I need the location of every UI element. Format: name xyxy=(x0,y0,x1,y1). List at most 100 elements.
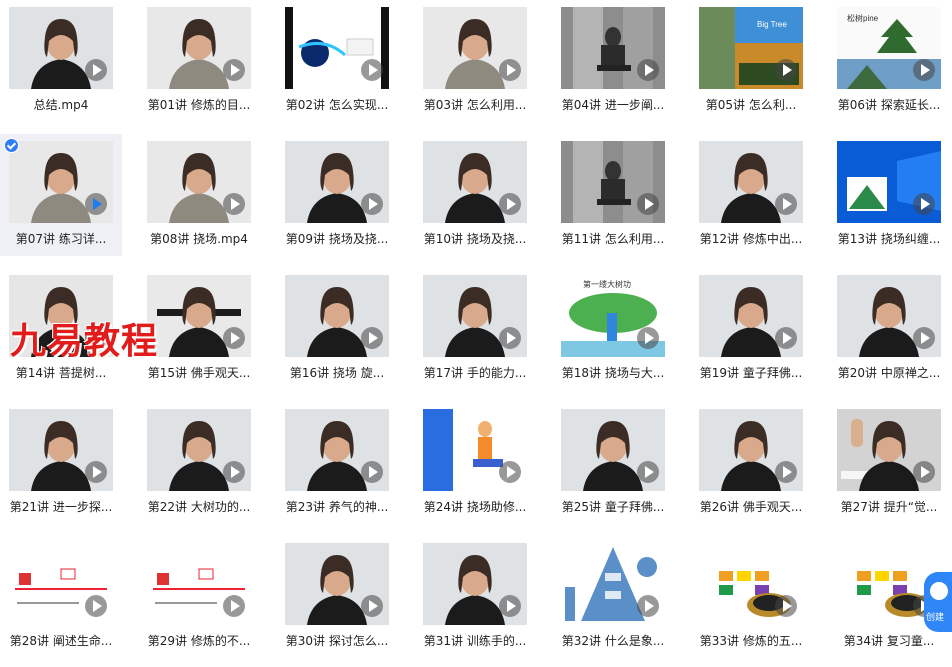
video-thumbnail[interactable] xyxy=(9,7,113,89)
video-thumbnail[interactable] xyxy=(147,275,251,357)
video-thumbnail[interactable]: 松树pine xyxy=(837,7,941,89)
video-thumbnail[interactable] xyxy=(285,141,389,223)
floating-create-button[interactable]: 创建 xyxy=(924,572,952,632)
video-thumbnail[interactable] xyxy=(147,543,251,625)
video-file-item[interactable]: 第02讲 怎么实现... xyxy=(276,0,398,122)
play-icon[interactable] xyxy=(361,461,383,483)
video-file-item[interactable]: 第07讲 练习详... xyxy=(0,134,122,256)
video-file-item[interactable]: 第19讲 童子拜佛... xyxy=(690,268,812,390)
play-icon[interactable] xyxy=(223,59,245,81)
video-thumbnail[interactable] xyxy=(285,7,389,89)
play-icon[interactable] xyxy=(913,327,935,349)
video-thumbnail[interactable] xyxy=(147,409,251,491)
play-icon[interactable] xyxy=(637,327,659,349)
video-file-item[interactable]: 第24讲 挠场助修... xyxy=(414,402,536,524)
play-icon[interactable] xyxy=(85,461,107,483)
play-icon[interactable] xyxy=(223,461,245,483)
play-icon[interactable] xyxy=(637,461,659,483)
video-file-item[interactable]: 第25讲 童子拜佛... xyxy=(552,402,674,524)
video-thumbnail[interactable] xyxy=(561,7,665,89)
video-file-item[interactable]: 第28讲 阐述生命... xyxy=(0,536,122,658)
play-icon[interactable] xyxy=(499,461,521,483)
video-thumbnail[interactable] xyxy=(561,409,665,491)
video-file-item[interactable]: 第17讲 手的能力... xyxy=(414,268,536,390)
play-icon[interactable] xyxy=(499,59,521,81)
play-icon[interactable] xyxy=(361,59,383,81)
play-icon[interactable] xyxy=(637,193,659,215)
video-thumbnail[interactable] xyxy=(699,275,803,357)
video-thumbnail[interactable] xyxy=(837,275,941,357)
video-file-item[interactable]: 第20讲 中原禅之... xyxy=(828,268,950,390)
play-icon[interactable] xyxy=(223,327,245,349)
video-thumbnail[interactable] xyxy=(837,409,941,491)
video-file-item[interactable]: 第11讲 怎么利用... xyxy=(552,134,674,256)
video-file-item[interactable]: 第08讲 挠场.mp4 xyxy=(138,134,260,256)
video-file-item[interactable]: 总结.mp4 xyxy=(0,0,122,122)
play-icon[interactable] xyxy=(913,59,935,81)
video-file-item[interactable]: 第13讲 挠场纠缠... xyxy=(828,134,950,256)
play-icon[interactable] xyxy=(499,193,521,215)
video-thumbnail[interactable]: 第一缕大树功 xyxy=(561,275,665,357)
video-file-item[interactable]: 第22讲 大树功的... xyxy=(138,402,260,524)
video-thumbnail[interactable] xyxy=(423,275,527,357)
play-icon[interactable] xyxy=(85,193,107,215)
video-file-item[interactable]: 松树pine 第06讲 探索延长... xyxy=(828,0,950,122)
video-thumbnail[interactable] xyxy=(9,409,113,491)
video-thumbnail[interactable]: Big Tree xyxy=(699,7,803,89)
video-file-item[interactable]: 第31讲 训练手的... xyxy=(414,536,536,658)
video-thumbnail[interactable] xyxy=(9,543,113,625)
video-file-item[interactable]: 第32讲 什么是象... xyxy=(552,536,674,658)
play-icon[interactable] xyxy=(85,59,107,81)
video-file-item[interactable]: 第03讲 怎么利用... xyxy=(414,0,536,122)
video-file-item[interactable]: 第04讲 进一步阐... xyxy=(552,0,674,122)
video-file-item[interactable]: 第30讲 探讨怎么... xyxy=(276,536,398,658)
video-file-item[interactable]: 第33讲 修炼的五... xyxy=(690,536,812,658)
video-file-item[interactable]: 第23讲 养气的神... xyxy=(276,402,398,524)
video-thumbnail[interactable] xyxy=(423,543,527,625)
play-icon[interactable] xyxy=(637,595,659,617)
video-thumbnail[interactable] xyxy=(285,275,389,357)
video-thumbnail[interactable] xyxy=(285,543,389,625)
video-file-item[interactable]: 第09讲 挠场及挠... xyxy=(276,134,398,256)
video-file-item[interactable]: 第01讲 修炼的目... xyxy=(138,0,260,122)
video-thumbnail[interactable] xyxy=(699,409,803,491)
video-file-item[interactable]: 第10讲 挠场及挠... xyxy=(414,134,536,256)
play-icon[interactable] xyxy=(223,595,245,617)
video-thumbnail[interactable] xyxy=(423,141,527,223)
video-thumbnail[interactable] xyxy=(837,141,941,223)
video-thumbnail[interactable] xyxy=(699,141,803,223)
video-file-item[interactable]: 第27讲 提升“觉... xyxy=(828,402,950,524)
play-icon[interactable] xyxy=(775,327,797,349)
play-icon[interactable] xyxy=(361,193,383,215)
video-file-item[interactable]: 第26讲 佛手观天... xyxy=(690,402,812,524)
video-file-item[interactable]: 第16讲 挠场 旋... xyxy=(276,268,398,390)
video-thumbnail[interactable] xyxy=(561,141,665,223)
video-file-item[interactable]: 第29讲 修炼的不... xyxy=(138,536,260,658)
play-icon[interactable] xyxy=(361,327,383,349)
video-file-item[interactable]: Big Tree 第05讲 怎么利... xyxy=(690,0,812,122)
video-thumbnail[interactable] xyxy=(9,141,113,223)
play-icon[interactable] xyxy=(223,193,245,215)
play-icon[interactable] xyxy=(775,595,797,617)
play-icon[interactable] xyxy=(775,193,797,215)
play-icon[interactable] xyxy=(913,193,935,215)
video-file-item[interactable]: 第21讲 进一步探... xyxy=(0,402,122,524)
video-file-item[interactable]: 第一缕大树功 第18讲 挠场与大... xyxy=(552,268,674,390)
video-thumbnail[interactable] xyxy=(285,409,389,491)
video-thumbnail[interactable] xyxy=(147,7,251,89)
play-icon[interactable] xyxy=(85,595,107,617)
video-thumbnail[interactable] xyxy=(561,543,665,625)
video-thumbnail[interactable] xyxy=(147,141,251,223)
play-icon[interactable] xyxy=(499,595,521,617)
play-icon[interactable] xyxy=(499,327,521,349)
video-thumbnail[interactable] xyxy=(699,543,803,625)
video-file-item[interactable]: 第12讲 修炼中出... xyxy=(690,134,812,256)
play-icon[interactable] xyxy=(775,461,797,483)
play-icon[interactable] xyxy=(775,59,797,81)
play-icon[interactable] xyxy=(637,59,659,81)
video-thumbnail[interactable] xyxy=(423,409,527,491)
play-icon[interactable] xyxy=(361,595,383,617)
play-icon[interactable] xyxy=(913,461,935,483)
video-thumbnail[interactable] xyxy=(423,7,527,89)
selected-check-icon[interactable] xyxy=(4,138,19,153)
